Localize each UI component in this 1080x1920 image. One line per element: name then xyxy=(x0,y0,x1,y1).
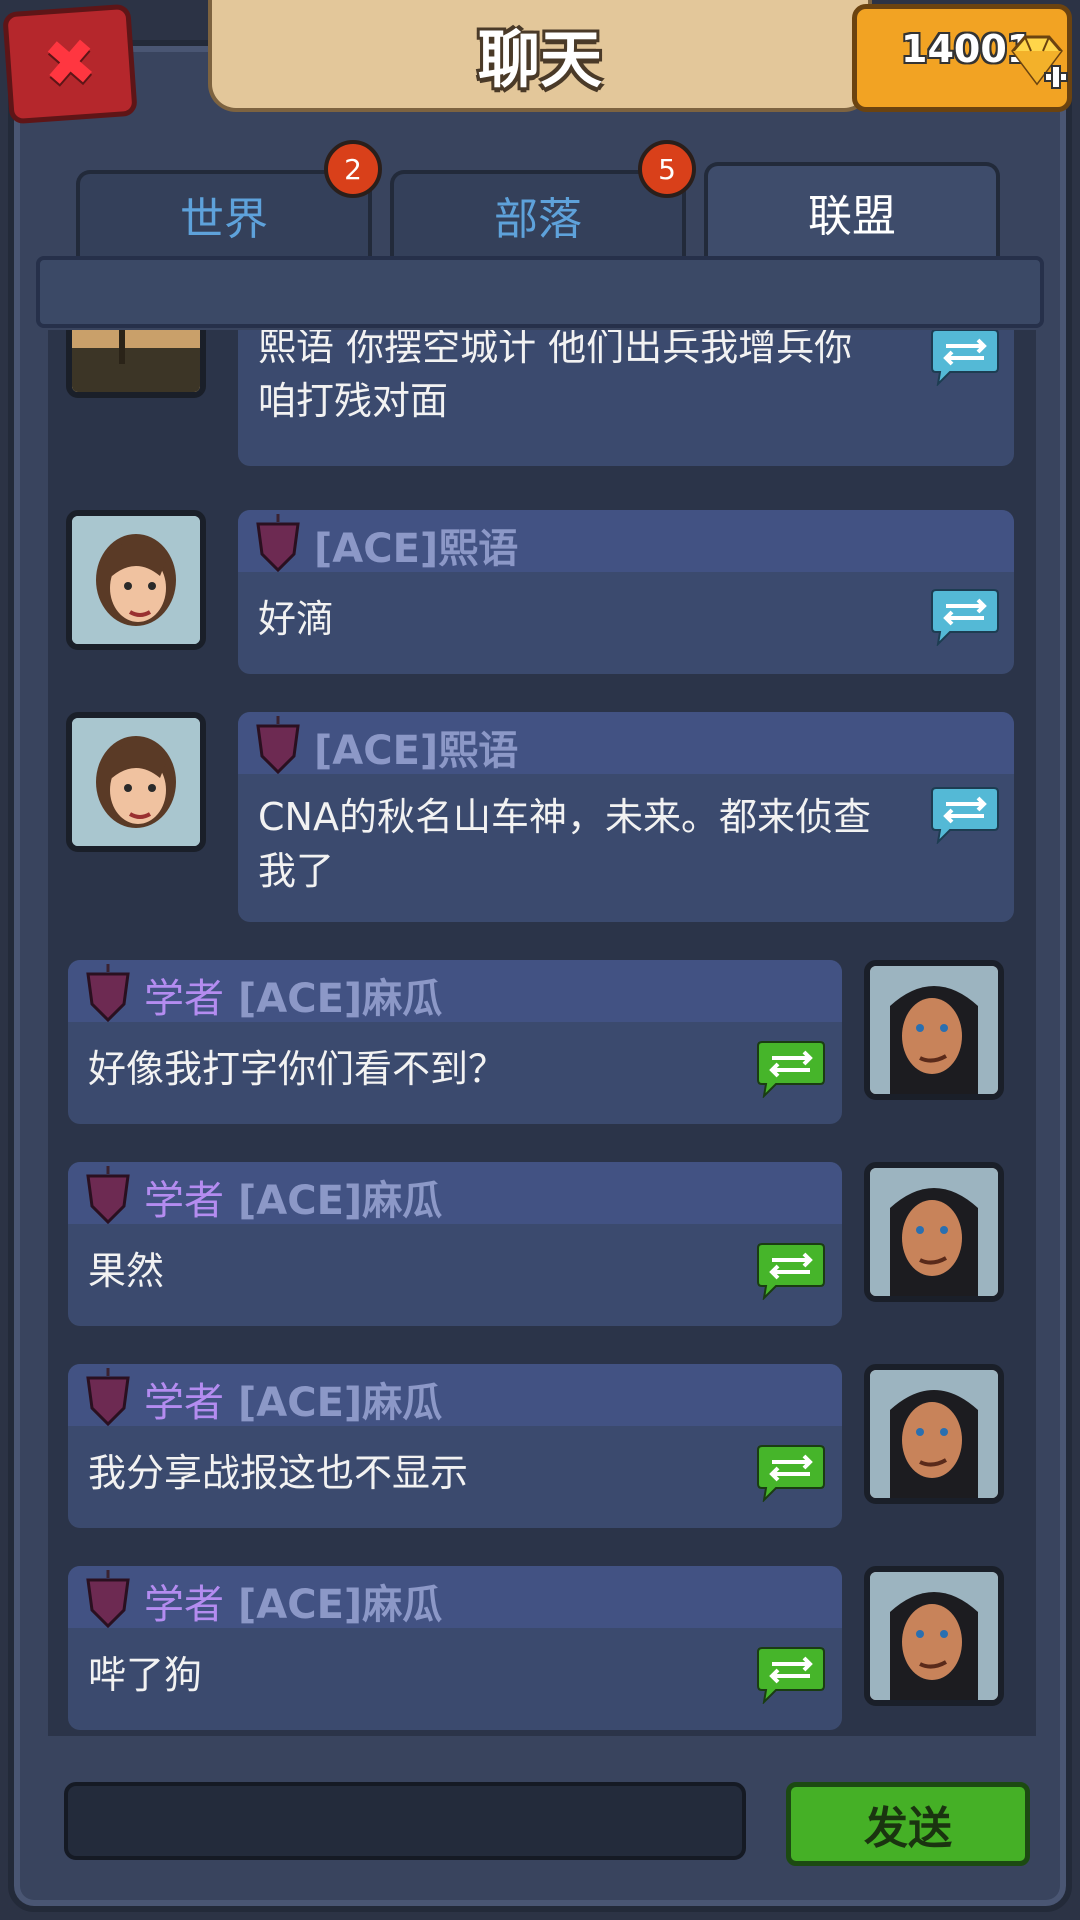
banner-icon xyxy=(256,514,300,572)
woman-avatar-icon xyxy=(72,516,200,644)
share-icon[interactable] xyxy=(928,786,1002,844)
tab-content-header xyxy=(36,256,1044,328)
man-avatar-icon xyxy=(870,1370,998,1498)
tab-alliance[interactable]: 联盟 xyxy=(704,162,1000,258)
message-text-line: 我分享战报这也不显示 xyxy=(88,1451,469,1495)
sender-name[interactable]: [ACE]熙语 xyxy=(314,516,518,574)
share-icon[interactable] xyxy=(754,1040,828,1098)
woman-avatar-icon xyxy=(72,718,200,846)
sender-name[interactable]: 学者 [ACE]麻瓜 xyxy=(144,1370,442,1428)
tab-alliance-label: 联盟 xyxy=(808,191,896,242)
man-avatar-icon xyxy=(870,1572,998,1700)
sender-rank: 学者 xyxy=(144,1380,224,1426)
man-avatar-icon xyxy=(870,966,998,1094)
sender-name[interactable]: 学者 [ACE]麻瓜 xyxy=(144,1168,442,1226)
banner-icon xyxy=(256,716,300,774)
message-text-line: CNA的秋名山车神，未来。都来侦查 xyxy=(258,795,871,839)
message-bubble: 学者 [ACE]麻瓜 果然 xyxy=(68,1162,842,1326)
banner-icon xyxy=(86,1368,130,1426)
message-text-line: 咱打残对面 xyxy=(258,379,449,423)
message-text-line: 好滴 xyxy=(258,597,335,641)
avatar-man[interactable] xyxy=(864,1364,1004,1504)
sender-name[interactable]: [ACE]熙语 xyxy=(314,718,518,776)
sender-name-text: [ACE]麻瓜 xyxy=(238,1178,443,1224)
avatar-woman[interactable] xyxy=(66,712,206,852)
chat-input[interactable] xyxy=(64,1782,746,1860)
avatar-woman[interactable] xyxy=(66,510,206,650)
message-text-line: 好像我打字你们看不到？ xyxy=(88,1047,507,1091)
landscape-avatar-icon xyxy=(72,330,200,392)
sender-name-text: [ACE]麻瓜 xyxy=(238,1380,443,1426)
share-icon[interactable] xyxy=(754,1444,828,1502)
message-bubble: [ACE]熙语 好滴 xyxy=(238,510,1014,674)
message-text-line: 果然 xyxy=(88,1249,165,1293)
close-button[interactable]: ✖ xyxy=(2,3,138,125)
avatar-man[interactable] xyxy=(864,1566,1004,1706)
message-text-line: 我了 xyxy=(258,849,335,893)
sender-name-text: [ACE]麻瓜 xyxy=(238,976,443,1022)
message-bubble: 学者 [ACE]麻瓜 哔了狗 xyxy=(68,1566,842,1730)
message-text-line: 熙语 你摆空城计 他们出兵我增兵你 xyxy=(258,330,853,369)
title-banner: 聊天 xyxy=(208,0,872,112)
share-icon[interactable] xyxy=(928,588,1002,646)
tab-world-label: 世界 xyxy=(180,194,268,245)
sender-name[interactable]: 学者 [ACE]麻瓜 xyxy=(144,1572,442,1630)
sender-name[interactable]: 学者 [ACE]麻瓜 xyxy=(144,966,442,1024)
avatar-man[interactable] xyxy=(864,1162,1004,1302)
send-button-label: 发送 xyxy=(864,1803,952,1854)
page-title: 聊天 xyxy=(477,23,602,96)
chat-list[interactable]: 熙语 你摆空城计 他们出兵我增兵你 咱打残对面 [ACE]熙语 好滴 [ACE]… xyxy=(48,330,1036,1736)
tab-tribe-badge: 5 xyxy=(638,140,696,198)
share-icon[interactable] xyxy=(754,1646,828,1704)
tab-tribe-label: 部落 xyxy=(494,194,582,245)
man-avatar-icon xyxy=(870,1168,998,1296)
avatar-landscape[interactable] xyxy=(66,330,206,398)
sender-rank: 学者 xyxy=(144,976,224,1022)
share-icon[interactable] xyxy=(754,1242,828,1300)
sender-rank: 学者 xyxy=(144,1178,224,1224)
banner-icon xyxy=(86,1166,130,1224)
gem-counter[interactable]: 14001 xyxy=(852,4,1072,112)
message-bubble: 学者 [ACE]麻瓜 好像我打字你们看不到？ xyxy=(68,960,842,1124)
send-button[interactable]: 发送 xyxy=(786,1782,1030,1866)
share-icon[interactable] xyxy=(928,330,1002,386)
message-bubble: 熙语 你摆空城计 他们出兵我增兵你 咱打残对面 xyxy=(238,330,1014,466)
tab-world-badge: 2 xyxy=(324,140,382,198)
avatar-man[interactable] xyxy=(864,960,1004,1100)
diamond-plus-icon xyxy=(1011,35,1068,89)
close-icon: ✖ xyxy=(40,25,100,103)
banner-icon xyxy=(86,964,130,1022)
message-text-line: 哔了狗 xyxy=(88,1653,203,1697)
banner-icon xyxy=(86,1570,130,1628)
message-bubble: 学者 [ACE]麻瓜 我分享战报这也不显示 xyxy=(68,1364,842,1528)
message-bubble: [ACE]熙语 CNA的秋名山车神，未来。都来侦查 我了 xyxy=(238,712,1014,922)
sender-name-text: [ACE]麻瓜 xyxy=(238,1582,443,1628)
sender-rank: 学者 xyxy=(144,1582,224,1628)
